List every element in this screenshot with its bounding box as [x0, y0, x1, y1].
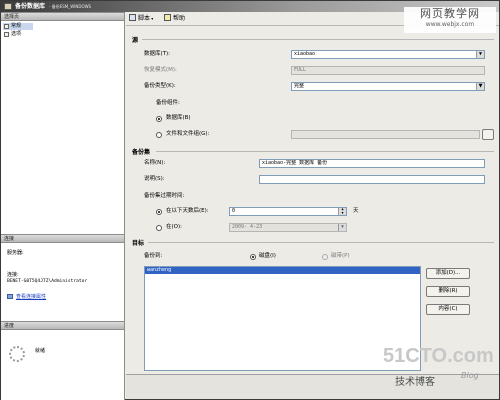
help-button[interactable]: 帮助 [164, 14, 185, 24]
backup-type-value: 完整 [294, 83, 305, 89]
backup-to-label: 备份到: [144, 253, 163, 259]
connection-properties-icon [7, 294, 13, 299]
backup-set-name-value: xiaobao-完整 数据库 备份 [262, 160, 328, 166]
page-item-label: 选项 [11, 31, 22, 37]
on-date-value: 2009- 4-23 [232, 224, 263, 230]
watermark-bottom: 51CTO.com 技术博客 Blog [381, 341, 499, 399]
files-filegroups-field [291, 130, 480, 139]
database-value: xiaobao [294, 51, 316, 57]
progress-status: 就绪 [35, 348, 46, 354]
progress-header: 进度 [1, 321, 124, 330]
connection-value: BENET-G0T5Q4JTZ\Administrator [7, 279, 88, 284]
server-label: 服务器: [7, 250, 24, 256]
page-icon [4, 24, 9, 29]
on-date-label: 在(O): [166, 224, 182, 230]
component-database-radio[interactable] [156, 116, 162, 122]
tape-radio [322, 254, 328, 260]
script-icon [129, 14, 136, 21]
progress-spinner-icon [9, 346, 25, 362]
script-button[interactable]: 脚本 ▾ [129, 14, 153, 24]
watermark-top: 网页教学网 www.webjx.com [404, 7, 496, 33]
watermark-bottom-blog: 技术博客 [395, 377, 435, 388]
disk-radio[interactable] [250, 254, 256, 260]
backup-set-name-input[interactable]: xiaobao-完整 数据库 备份 [259, 159, 485, 168]
recovery-model-label: 恢复模式(M): [144, 67, 177, 73]
script-label: 脚本 [138, 15, 151, 22]
general-page: 源 数据库(T): xiaobao ▼ 恢复模式(M): FULL 备份类型(K… [126, 27, 499, 373]
component-files-label: 文件和文件组(G): [166, 131, 210, 137]
left-pane: 选择页 常规 选项 连接 服务器: 连接: BENET-G0T5Q4JTZ\Ad… [1, 12, 125, 400]
backup-set-name-label: 名称(N): [144, 160, 166, 166]
select-page-header: 选择页 [1, 12, 124, 21]
watermark-bottom-logo: 51CTO.com [383, 345, 494, 367]
database-select[interactable]: xiaobao ▼ [291, 50, 485, 59]
backup-destination-list[interactable]: wanzheng [144, 266, 421, 371]
window-title: 备份数据库 [15, 3, 46, 10]
connection-header: 连接 [1, 234, 124, 243]
contents-button[interactable]: 内容(C) [426, 304, 470, 315]
days-unit: 天 [353, 208, 359, 214]
after-days-value: 0 [232, 208, 236, 214]
backup-component-label: 备份组件: [156, 100, 180, 106]
chevron-down-icon[interactable]: ▼ [476, 83, 484, 90]
divider [148, 242, 494, 243]
source-section-title: 源 [132, 37, 139, 44]
watermark-top-title: 网页教学网 [420, 7, 480, 20]
description-input[interactable] [259, 175, 485, 184]
list-item[interactable]: wanzheng [145, 267, 420, 274]
component-database-label: 数据库(B) [166, 115, 191, 121]
expire-label: 备份集过期时间: [144, 193, 185, 199]
on-date-radio[interactable] [156, 225, 162, 231]
after-days-stepper[interactable]: 0 ▲ ▼ [229, 207, 347, 216]
page-item-options[interactable]: 选项 [3, 31, 33, 38]
browse-files-button[interactable] [482, 129, 494, 140]
chevron-down-icon[interactable]: ▼ [476, 51, 484, 58]
add-button[interactable]: 添加(D)... [426, 268, 470, 279]
database-label: 数据库(T): [144, 51, 171, 57]
component-files-radio[interactable] [156, 132, 162, 138]
tape-label: 磁带(P) [331, 253, 350, 259]
backup-set-section-title: 备份集 [132, 149, 151, 156]
page-item-label: 常规 [11, 23, 22, 29]
window-subtitle: - 备份ESM_WINDOWS [49, 4, 92, 9]
connection-label: 连接: [7, 272, 19, 278]
remove-button[interactable]: 删除(R) [426, 286, 470, 297]
chevron-down-icon: ▾ [150, 16, 154, 21]
divider [156, 151, 494, 152]
database-icon [4, 3, 12, 10]
help-icon [164, 14, 171, 21]
on-date-picker: 2009- 4-23 ▼ [229, 223, 347, 232]
backup-database-dialog: 备份数据库 - 备份ESM_WINDOWS 选择页 常规 选项 连接 服务器: 连… [0, 0, 500, 400]
page-icon [4, 32, 9, 37]
divider [142, 39, 494, 40]
spin-arrows-icon[interactable]: ▲ ▼ [338, 208, 346, 215]
recovery-model-field: FULL [291, 66, 485, 75]
chevron-down-icon: ▼ [338, 224, 346, 231]
help-label: 帮助 [173, 15, 186, 22]
recovery-model-value: FULL [294, 67, 307, 73]
view-connection-properties-link[interactable]: 查看连接属性 [16, 294, 46, 300]
watermark-top-url: www.webjx.com [425, 21, 475, 28]
description-label: 说明(S): [144, 176, 165, 182]
view-connection-properties-row[interactable]: 查看连接属性 [7, 294, 46, 300]
destination-section-title: 目标 [132, 240, 145, 247]
page-item-general[interactable]: 常规 [3, 23, 33, 30]
backup-type-label: 备份类型(K): [144, 83, 176, 89]
after-days-label: 在以下天数后(E): [166, 208, 209, 214]
after-days-radio[interactable] [156, 209, 162, 215]
watermark-bottom-blog-en: Blog [461, 371, 479, 380]
disk-label: 磁盘(I) [259, 253, 276, 259]
backup-type-select[interactable]: 完整 ▼ [291, 82, 485, 91]
